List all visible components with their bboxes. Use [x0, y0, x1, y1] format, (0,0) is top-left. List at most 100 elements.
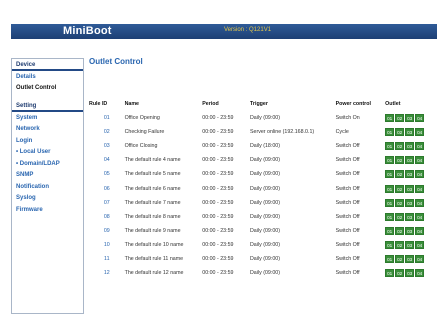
outlet-badge: 01	[385, 114, 395, 123]
rule-trigger-cell: Daily (09:00)	[249, 255, 280, 262]
rule-power-control-cell: Switch Off	[335, 270, 360, 277]
rule-period-cell: 00:00 - 23:59	[202, 129, 234, 136]
rule-power-control-cell: Switch Off	[335, 213, 360, 220]
table-row[interactable]: 12 The default rule 12 name 00:00 - 23:59 D…	[89, 266, 437, 280]
rule-power-control-cell: Switch Off	[335, 143, 360, 150]
outlet-badge: 01	[385, 198, 395, 207]
rule-id-link[interactable]: 01	[89, 111, 125, 125]
rule-power-control-cell: Switch Off	[335, 241, 360, 248]
rule-outlets-cell: 01 02 03 04	[385, 224, 437, 238]
outlet-badge: 03	[405, 128, 415, 137]
table-row[interactable]: 10 The default rule 10 name 00:00 - 23:59 D…	[89, 238, 437, 252]
outlet-badge: 03	[405, 269, 415, 278]
rule-period-cell: 00:00 - 23:59	[202, 270, 234, 277]
sidebar-item-local-user[interactable]: • Local User	[12, 147, 83, 159]
outlet-badge: 02	[395, 226, 405, 235]
rule-id-link[interactable]: 10	[89, 238, 125, 252]
outlet-badge: 04	[415, 254, 425, 263]
outlet-badge: 03	[405, 254, 415, 263]
outlet-badge: 03	[405, 184, 415, 193]
outlet-badge: 04	[415, 198, 425, 207]
rule-power-control-cell: Switch Off	[335, 255, 360, 262]
table-row[interactable]: 07 The default rule 7 name 00:00 - 23:59 Da…	[89, 196, 437, 210]
rule-name-cell: The default rule 12 name	[124, 270, 184, 277]
rule-trigger-cell: Daily (09:00)	[249, 270, 280, 277]
outlet-badge: 03	[405, 198, 415, 207]
outlet-badge: 02	[395, 269, 405, 278]
sidebar-item-login[interactable]: Login	[12, 135, 83, 147]
table-row[interactable]: 09 The default rule 9 name 00:00 - 23:59 Da…	[89, 224, 437, 238]
rule-id-link[interactable]: 03	[89, 139, 125, 153]
rule-id-link[interactable]: 09	[89, 224, 125, 238]
sidebar-item-snmp[interactable]: SNMP	[12, 170, 83, 182]
rule-trigger-cell: Daily (09:00)	[249, 227, 280, 234]
rule-trigger-cell: Server online (192.168.0.1)	[249, 129, 315, 136]
outlet-badge: 04	[415, 226, 425, 235]
rule-power-control-cell: Switch On	[335, 115, 360, 122]
column-header-outlet: Outlet	[385, 101, 401, 107]
column-header-rule-id: Rule ID	[89, 101, 108, 107]
rule-name-cell: The default rule 5 name	[124, 171, 181, 178]
rule-name-cell: The default rule 4 name	[124, 157, 181, 164]
column-header-trigger: Trigger	[249, 101, 268, 107]
table-row[interactable]: 11 The default rule 11 name 00:00 - 23:59 D…	[89, 252, 437, 266]
table-row[interactable]: 08 The default rule 8 name 00:00 - 23:59 Da…	[89, 210, 437, 224]
rule-outlets-cell: 01 02 03 04	[385, 111, 437, 125]
outlet-badge: 03	[405, 156, 415, 165]
table-header-row: Rule ID Name Period Trigger Power contro…	[89, 97, 437, 111]
outlet-badge: 02	[395, 198, 405, 207]
rule-trigger-cell: Daily (18:00)	[249, 143, 280, 150]
rule-id-link[interactable]: 08	[89, 210, 125, 224]
outlet-badge: 01	[385, 269, 395, 278]
rule-power-control-cell: Switch Off	[335, 157, 360, 164]
sidebar-item-network[interactable]: Network	[12, 124, 83, 136]
version-label: Version : Q121V1	[224, 27, 272, 33]
rule-name-cell: The default rule 8 name	[124, 213, 181, 220]
outlet-badge: 04	[415, 114, 425, 123]
rule-period-cell: 00:00 - 23:59	[202, 241, 234, 248]
outlet-badge: 01	[385, 254, 395, 263]
outlet-badge: 02	[395, 170, 405, 179]
table-row[interactable]: 02 Checking Failure 00:00 - 23:59 Server on…	[89, 125, 437, 139]
sidebar-item-firmware[interactable]: Firmware	[12, 204, 83, 216]
rule-id-link[interactable]: 12	[89, 266, 125, 280]
outlet-badge: 03	[405, 142, 415, 151]
table-row[interactable]: 06 The default rule 6 name 00:00 - 23:59 Da…	[89, 181, 437, 195]
outlet-badge: 01	[385, 142, 395, 151]
rule-outlets-cell: 01 02 03 04	[385, 125, 437, 139]
page-title: Outlet Control	[89, 57, 143, 66]
rule-outlets-cell: 01 02 03 04	[385, 181, 437, 195]
rule-name-cell: The default rule 7 name	[124, 199, 181, 206]
rule-id-link[interactable]: 04	[89, 153, 125, 167]
table-row[interactable]: 01 Office Opening 00:00 - 23:59 Daily (09:0…	[89, 111, 437, 125]
outlet-badge: 02	[395, 212, 405, 221]
outlet-badge: 01	[385, 240, 395, 249]
table-row[interactable]: 04 The default rule 4 name 00:00 - 23:59 Da…	[89, 153, 437, 167]
rule-period-cell: 00:00 - 23:59	[202, 157, 234, 164]
rule-name-cell: The default rule 11 name	[124, 255, 184, 262]
sidebar-item-domain-ldap[interactable]: • Domain/LDAP	[12, 158, 83, 170]
sidebar-item-system[interactable]: System	[12, 112, 83, 124]
sidebar-item-syslog[interactable]: Syslog	[12, 193, 83, 205]
sidebar-item-notification[interactable]: Notification	[12, 181, 83, 193]
rule-id-link[interactable]: 06	[89, 181, 125, 195]
table-row[interactable]: 05 The default rule 5 name 00:00 - 23:59 Da…	[89, 167, 437, 181]
outlet-badge: 01	[385, 184, 395, 193]
header-bar: MiniBoot Version : Q121V1	[11, 24, 437, 39]
sidebar-item-details[interactable]: Details	[12, 71, 83, 83]
outlet-badge: 02	[395, 254, 405, 263]
rule-id-link[interactable]: 07	[89, 196, 125, 210]
rule-id-link[interactable]: 05	[89, 167, 125, 181]
table-row[interactable]: 03 Office Closing 00:00 - 23:59 Daily (18:0…	[89, 139, 437, 153]
column-header-period: Period	[202, 101, 219, 107]
rule-outlets-cell: 01 02 03 04	[385, 153, 437, 167]
sidebar-item-outlet-control[interactable]: Outlet Control	[12, 83, 83, 95]
rule-id-link[interactable]: 02	[89, 125, 125, 139]
rule-name-cell: The default rule 6 name	[124, 185, 181, 192]
rule-power-control-cell: Switch Off	[335, 171, 360, 178]
rule-period-cell: 00:00 - 23:59	[202, 171, 234, 178]
outlet-badge: 02	[395, 114, 405, 123]
rule-name-cell: Office Opening	[124, 115, 160, 122]
rule-id-link[interactable]: 11	[89, 252, 125, 266]
rule-power-control-cell: Switch Off	[335, 227, 360, 234]
